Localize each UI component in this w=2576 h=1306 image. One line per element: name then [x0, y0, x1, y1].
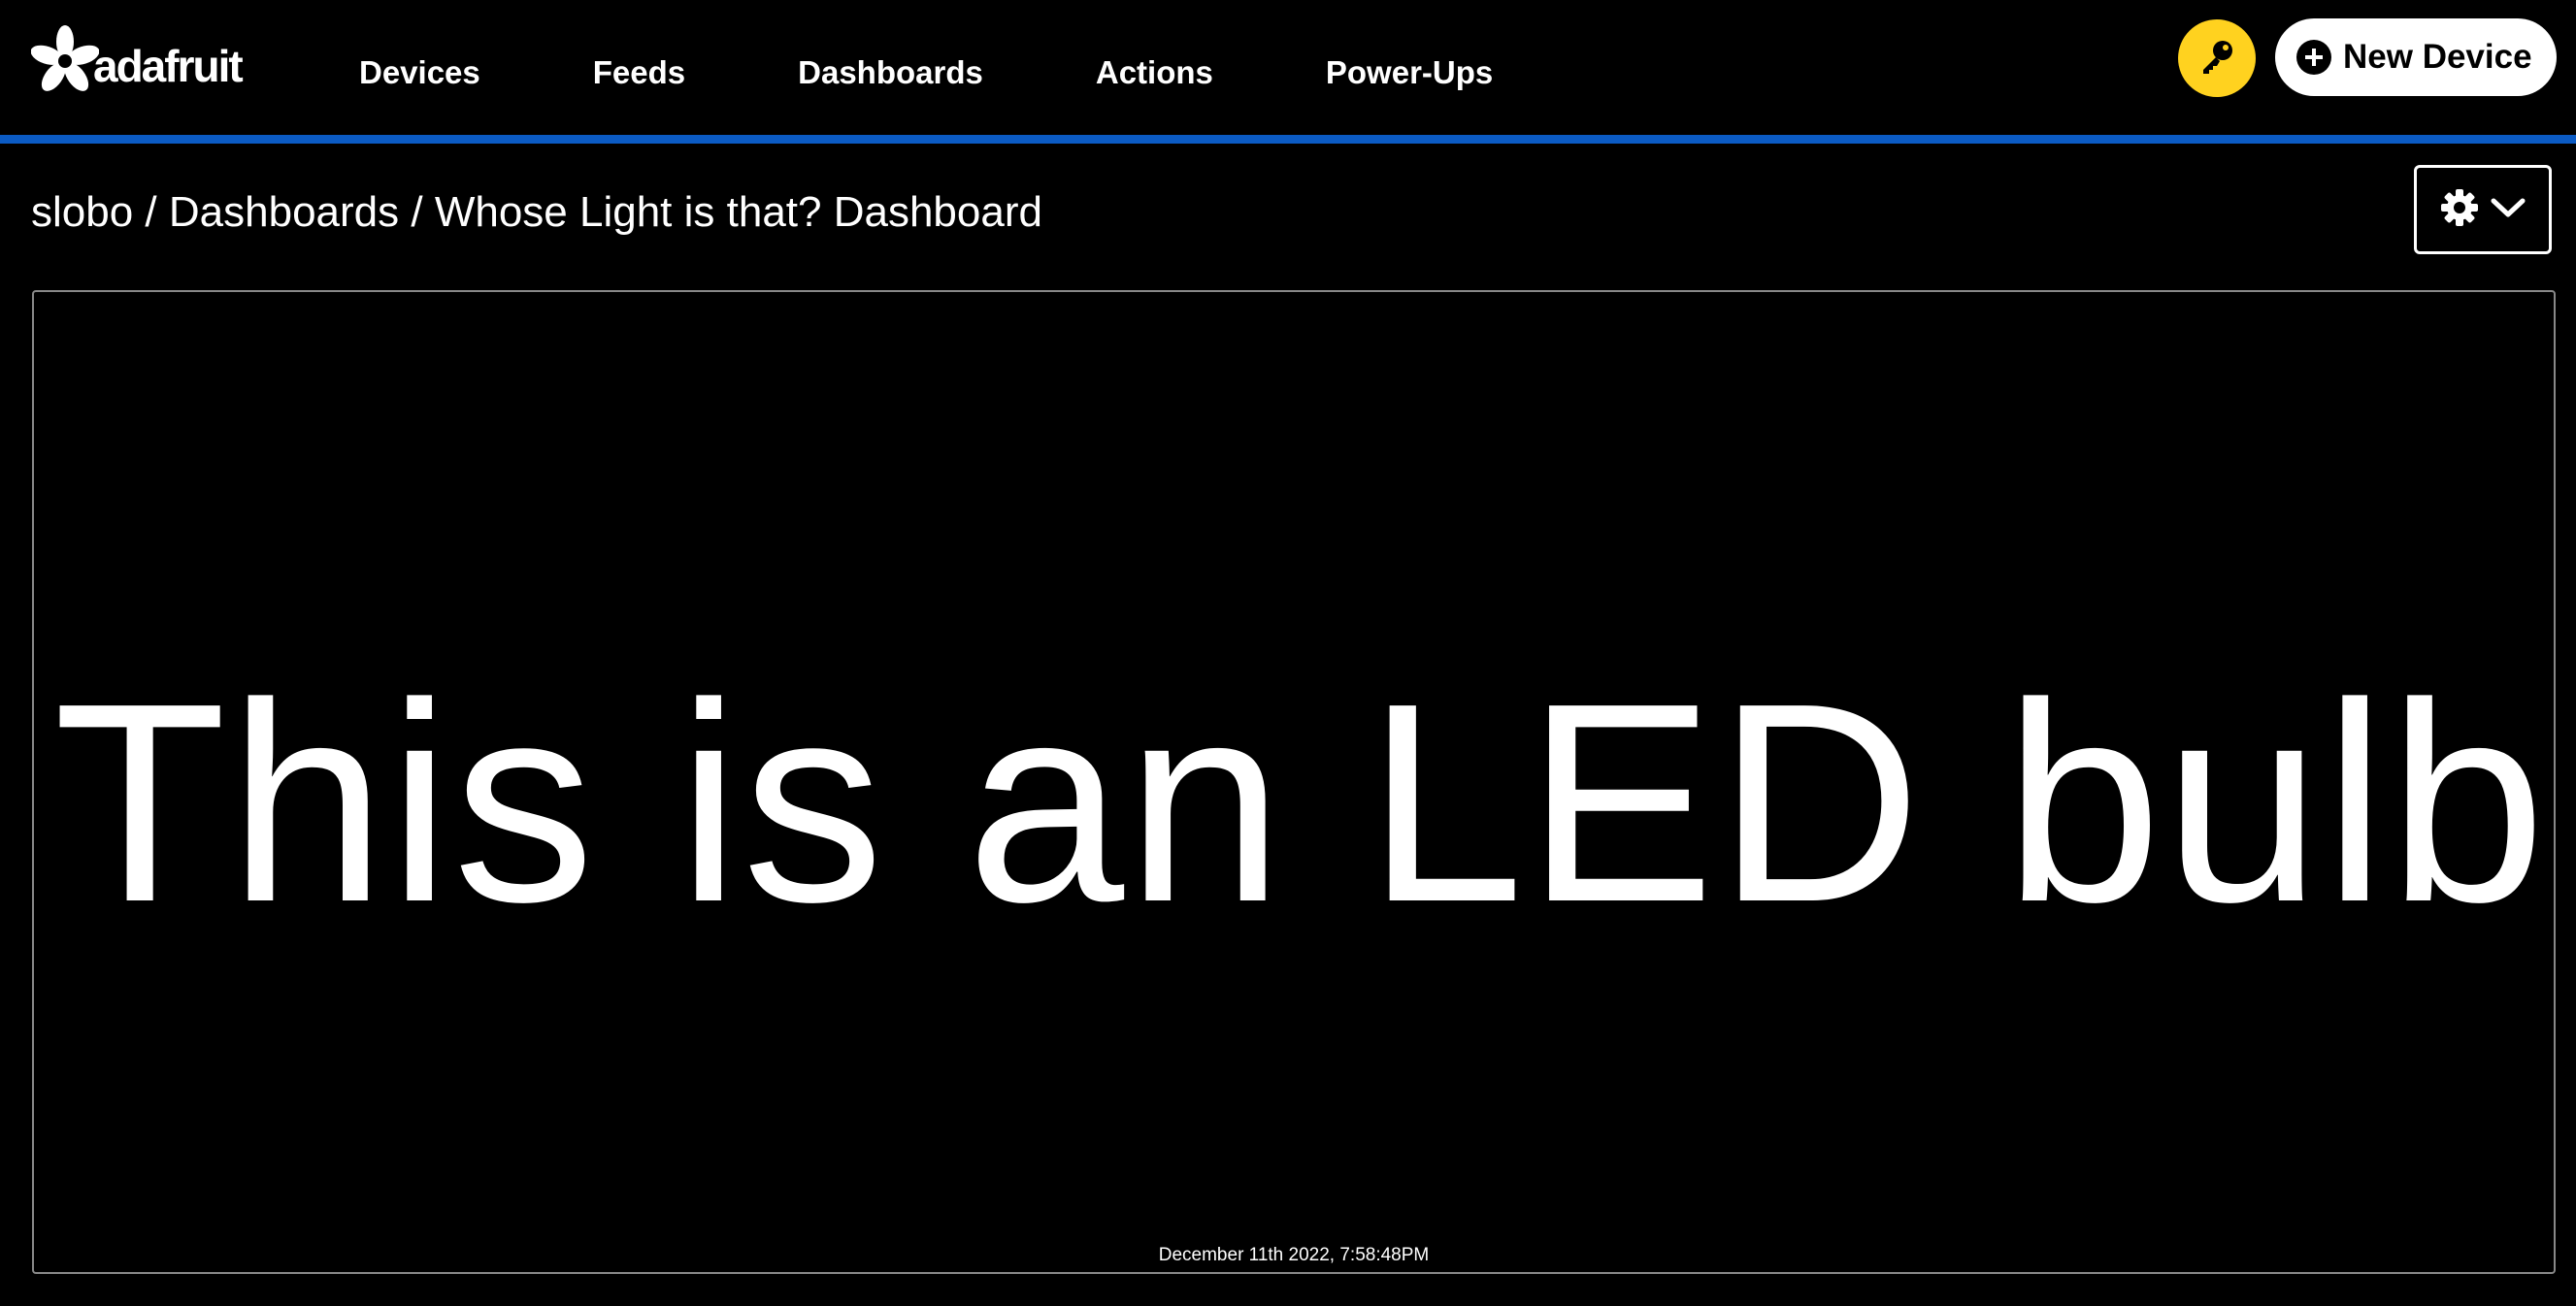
plus-circle-icon: [2296, 40, 2331, 75]
new-device-label: New Device: [2343, 38, 2532, 76]
block-timestamp: December 11th 2022, 7:58:48PM: [1158, 1245, 1430, 1265]
main-nav: Devices Feeds Dashboards Actions Power-U…: [359, 54, 1605, 91]
nav-devices[interactable]: Devices: [359, 54, 480, 91]
breadcrumb-current: Whose Light is that? Dashboard: [434, 188, 1042, 236]
adafruit-logo[interactable]: adafruit: [31, 19, 244, 101]
key-icon: [2197, 37, 2236, 81]
text-block-widget[interactable]: This is an LED bulb December 11th 2022, …: [32, 290, 2556, 1274]
nav-feeds[interactable]: Feeds: [593, 54, 685, 91]
breadcrumb: slobo / Dashboards / Whose Light is that…: [31, 188, 1042, 237]
nav-actions[interactable]: Actions: [1096, 54, 1213, 91]
api-key-button[interactable]: [2178, 19, 2256, 97]
block-value-text: This is an LED bulb: [53, 644, 2548, 961]
logo-wordmark: adafruit: [93, 41, 244, 91]
header-accent-bar: [0, 135, 2576, 144]
nav-dashboards[interactable]: Dashboards: [798, 54, 983, 91]
new-device-button[interactable]: New Device: [2275, 18, 2557, 96]
breadcrumb-dashboards[interactable]: Dashboards: [169, 188, 399, 236]
gear-icon: [2440, 188, 2479, 232]
breadcrumb-separator: /: [399, 188, 435, 236]
breadcrumb-separator: /: [133, 188, 169, 236]
top-navigation-bar: adafruit Devices Feeds Dashboards Action…: [0, 0, 2576, 136]
breadcrumb-user[interactable]: slobo: [31, 188, 133, 236]
dashboard-settings-button[interactable]: [2414, 165, 2552, 254]
adafruit-flower-icon: [31, 24, 99, 96]
chevron-down-icon: [2491, 196, 2526, 224]
nav-power-ups[interactable]: Power-Ups: [1326, 54, 1493, 91]
